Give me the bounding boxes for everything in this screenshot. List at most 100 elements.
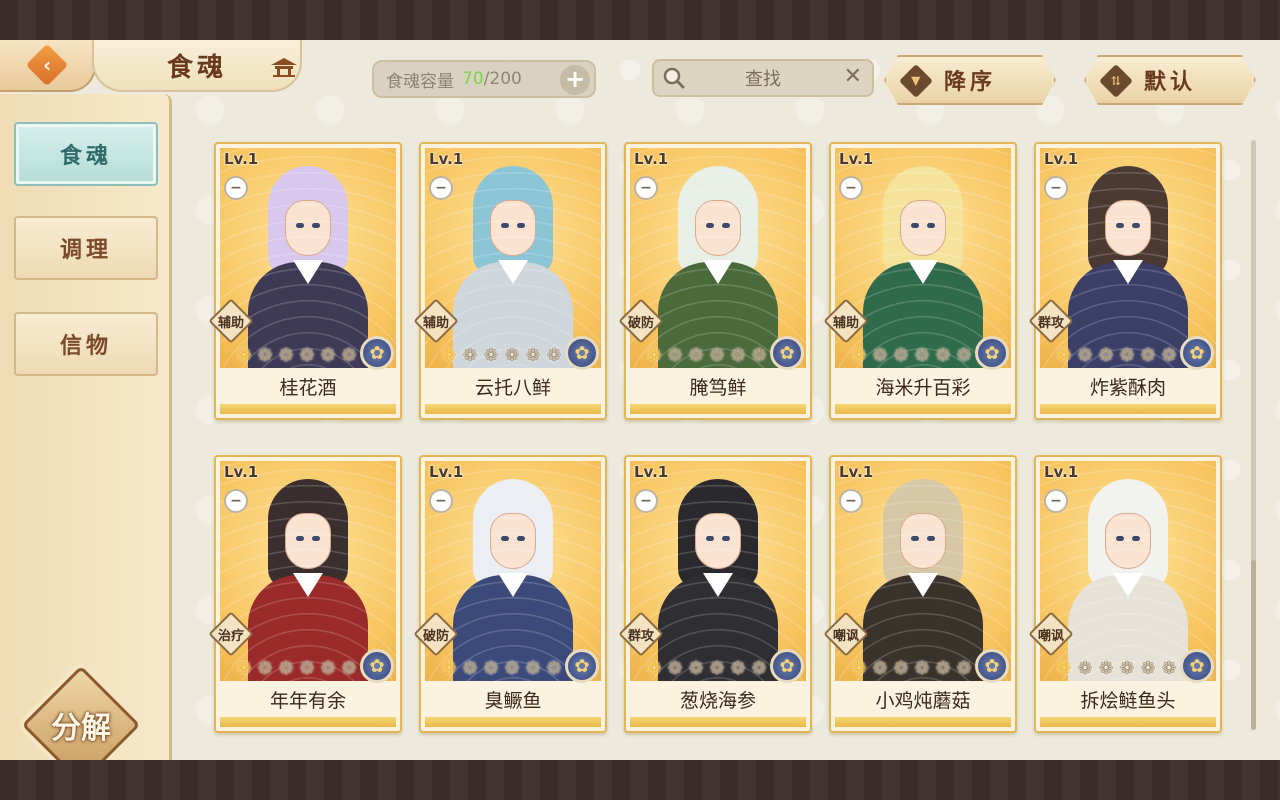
- lock-toggle-icon[interactable]: −: [634, 489, 658, 513]
- card-base-strip: [1040, 404, 1216, 414]
- clear-search-button[interactable]: ✕: [844, 64, 862, 89]
- star-icon: ❁: [1161, 345, 1177, 366]
- scrollbar-thumb[interactable]: [1251, 560, 1256, 730]
- soul-card[interactable]: Lv.1− 辅助 ❁ ❁ ❁ ❁ ❁ ❁ ✿ 海米升百彩: [829, 142, 1017, 420]
- role-label: 嘲讽: [832, 628, 859, 644]
- card-level: Lv.1: [224, 150, 259, 168]
- soul-card[interactable]: Lv.1− 群攻 ❁ ❁ ❁ ❁ ❁ ❁ ✿ 炸紫酥肉: [1034, 142, 1222, 420]
- lock-toggle-icon[interactable]: −: [634, 176, 658, 200]
- soul-card[interactable]: Lv.1− 嘲讽 ❁ ❁ ❁ ❁ ❁ ❁ ✿ 拆烩鲢鱼头: [1034, 455, 1222, 733]
- card-base-strip: [425, 404, 601, 414]
- star-icon: ❁: [441, 345, 457, 366]
- soul-card[interactable]: Lv.1− 治疗 ❁ ❁ ❁ ❁ ❁ ❁ ✿ 年年有余: [214, 455, 402, 733]
- soul-card[interactable]: Lv.1− 破防 ❁ ❁ ❁ ❁ ❁ ❁ ✿ 腌笃鲜: [624, 142, 812, 420]
- flower-emblem-icon: ✿: [975, 336, 1009, 370]
- star-icon: ❁: [504, 345, 520, 366]
- role-badge: 嘲讽: [827, 615, 865, 653]
- star-icon: ❁: [1056, 658, 1072, 679]
- capacity-label: 食魂容量: [386, 71, 454, 92]
- star-rating: ❁ ❁ ❁ ❁ ❁ ❁: [234, 659, 359, 679]
- lock-toggle-icon[interactable]: −: [429, 176, 453, 200]
- tab-conditioning[interactable]: 调理: [14, 216, 158, 280]
- star-icon: ❁: [646, 658, 662, 679]
- card-level: Lv.1: [429, 463, 464, 481]
- lock-toggle-icon[interactable]: −: [839, 176, 863, 200]
- soul-capacity: 食魂容量 70 / 200 +: [372, 60, 596, 98]
- lock-toggle-icon[interactable]: −: [224, 176, 248, 200]
- star-rating: ❁ ❁ ❁ ❁ ❁ ❁: [1054, 659, 1179, 679]
- star-icon: ❁: [257, 345, 273, 366]
- card-name: 海米升百彩: [875, 376, 971, 399]
- back-button[interactable]: ‹: [0, 40, 96, 92]
- role-label: 辅助: [422, 315, 449, 331]
- star-icon: ❁: [462, 345, 478, 366]
- decompose-label: 分解: [51, 711, 111, 746]
- sort-order-button[interactable]: ▼ 降序: [884, 55, 1056, 105]
- role-label: 破防: [422, 628, 449, 644]
- card-name: 炸紫酥肉: [1089, 376, 1166, 399]
- lock-toggle-icon[interactable]: −: [839, 489, 863, 513]
- star-icon: ❁: [462, 658, 478, 679]
- lock-toggle-icon[interactable]: −: [1044, 176, 1068, 200]
- tab-food-soul[interactable]: 食魂: [14, 122, 158, 186]
- flower-emblem-icon: ✿: [360, 336, 394, 370]
- chevron-left-icon: ‹: [25, 43, 69, 87]
- star-icon: ❁: [1119, 345, 1135, 366]
- role-label: 群攻: [627, 628, 654, 644]
- triangle-down-icon: ▼: [899, 64, 933, 98]
- soul-card[interactable]: Lv.1− 辅助 ❁ ❁ ❁ ❁ ❁ ❁ ✿ 桂花酒: [214, 142, 402, 420]
- soul-card[interactable]: Lv.1− 破防 ❁ ❁ ❁ ❁ ❁ ❁ ✿ 臭鳜鱼: [419, 455, 607, 733]
- star-rating: ❁ ❁ ❁ ❁ ❁ ❁: [644, 659, 769, 679]
- scrollbar[interactable]: [1251, 140, 1256, 730]
- card-name: 年年有余: [269, 689, 346, 712]
- soul-card[interactable]: Lv.1− 嘲讽 ❁ ❁ ❁ ❁ ❁ ❁ ✿ 小鸡炖蘑菇: [829, 455, 1017, 733]
- star-icon: ❁: [935, 345, 951, 366]
- bottom-border: [0, 760, 1280, 800]
- star-icon: ❁: [546, 345, 562, 366]
- star-icon: ❁: [709, 345, 725, 366]
- search-icon: [663, 67, 685, 89]
- star-icon: ❁: [667, 345, 683, 366]
- tab-tokens[interactable]: 信物: [14, 312, 158, 376]
- card-base-strip: [220, 717, 396, 727]
- character-figure: [243, 166, 373, 368]
- star-icon: ❁: [730, 658, 746, 679]
- star-icon: ❁: [935, 658, 951, 679]
- sort-mode-button[interactable]: ⇅ 默认: [1084, 55, 1256, 105]
- role-label: 群攻: [1037, 315, 1064, 331]
- soul-collection-screen: ‹ 食魂 食魂容量 70 / 200 + 查找 ✕ ▼ 降序 ⇅ 默认 食魂 调…: [0, 40, 1280, 798]
- search-input[interactable]: 查找 ✕: [652, 59, 874, 97]
- soul-card[interactable]: Lv.1− 辅助 ❁ ❁ ❁ ❁ ❁ ❁ ✿ 云托八鲜: [419, 142, 607, 420]
- star-icon: ❁: [1161, 658, 1177, 679]
- star-rating: ❁ ❁ ❁ ❁ ❁ ❁: [439, 346, 564, 366]
- expand-capacity-button[interactable]: +: [560, 65, 590, 95]
- card-name: 臭鳜鱼: [484, 689, 542, 712]
- card-level: Lv.1: [839, 463, 874, 481]
- character-figure: [1063, 479, 1193, 681]
- role-badge: 破防: [622, 302, 660, 340]
- star-icon: ❁: [1119, 658, 1135, 679]
- star-icon: ❁: [914, 345, 930, 366]
- star-icon: ❁: [893, 658, 909, 679]
- card-name: 腌笃鲜: [689, 376, 747, 399]
- star-rating: ❁ ❁ ❁ ❁ ❁ ❁: [849, 346, 974, 366]
- flower-emblem-icon: ✿: [1180, 649, 1214, 683]
- soul-card[interactable]: Lv.1− 群攻 ❁ ❁ ❁ ❁ ❁ ❁ ✿ 葱烧海参: [624, 455, 812, 733]
- star-icon: ❁: [751, 658, 767, 679]
- star-icon: ❁: [546, 658, 562, 679]
- character-figure: [858, 479, 988, 681]
- role-label: 辅助: [832, 315, 859, 331]
- star-icon: ❁: [872, 345, 888, 366]
- lock-toggle-icon[interactable]: −: [224, 489, 248, 513]
- role-label: 治疗: [217, 628, 244, 644]
- lock-toggle-icon[interactable]: −: [1044, 489, 1068, 513]
- sidebar: 食魂 调理 信物 分解: [0, 94, 172, 798]
- sort-toggle-icon: ⇅: [1099, 64, 1133, 98]
- star-icon: ❁: [341, 345, 357, 366]
- character-figure: [243, 479, 373, 681]
- lock-toggle-icon[interactable]: −: [429, 489, 453, 513]
- card-base-strip: [835, 404, 1011, 414]
- star-icon: ❁: [956, 345, 972, 366]
- flower-emblem-icon: ✿: [770, 649, 804, 683]
- sort-mode-label: 默认: [1143, 69, 1196, 95]
